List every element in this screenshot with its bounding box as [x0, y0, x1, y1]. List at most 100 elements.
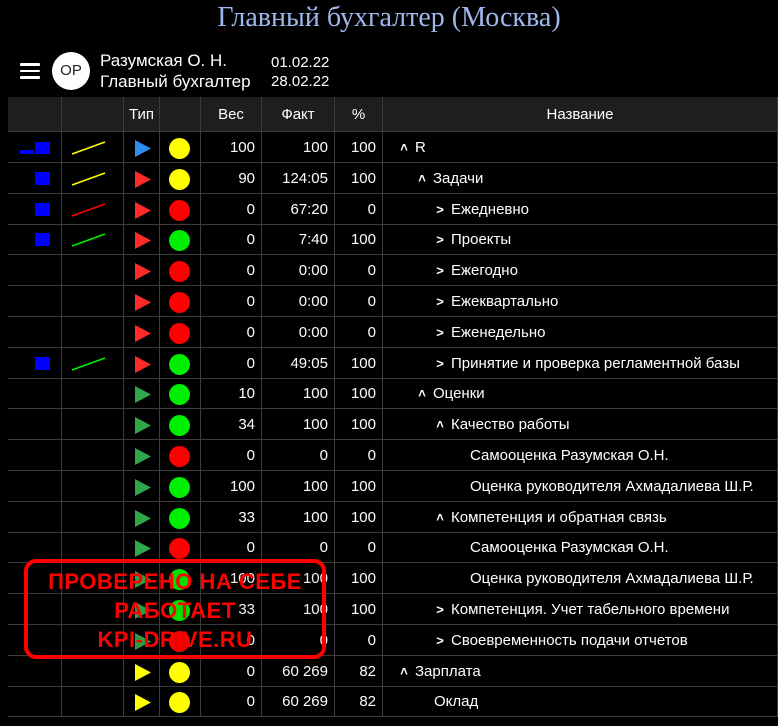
table-row[interactable]: 0 0 0 Самооценка Разумская О.Н. [8, 440, 778, 471]
type-triangle-icon[interactable] [134, 355, 152, 374]
chevron-up-icon[interactable]: ˄ [397, 656, 411, 686]
percent-cell: 100 [335, 409, 383, 441]
chevron-up-icon[interactable]: ˄ [433, 502, 447, 532]
chevron-right-icon[interactable]: ˃ [433, 625, 447, 655]
table-row[interactable]: 100 100 100 ˄ R [8, 132, 778, 163]
type-triangle-icon[interactable] [134, 693, 152, 712]
chevron-right-icon[interactable]: ˃ [433, 224, 447, 254]
type-triangle-icon[interactable] [134, 324, 152, 343]
type-triangle-icon[interactable] [134, 447, 152, 466]
type-triangle-icon[interactable] [134, 293, 152, 312]
item-name-label[interactable]: Качество работы [451, 416, 570, 433]
period-start-date[interactable]: 01.02.22 [271, 54, 329, 72]
item-name-label[interactable]: Оценки [433, 385, 485, 402]
chevron-right-icon[interactable]: ˃ [433, 594, 447, 624]
table-row[interactable]: 0 49:05 100 ˃ Принятие и проверка регламентн… [8, 347, 778, 379]
table-row[interactable]: 0 60 269 82 ˄ Зарплата [8, 655, 778, 687]
table-row[interactable]: 10 100 100 ˄ Оценки [8, 378, 778, 410]
trend-cell [62, 470, 124, 502]
type-triangle-icon[interactable] [134, 663, 152, 682]
chevron-up-icon[interactable]: ˄ [397, 132, 411, 162]
col-header-trend[interactable] [62, 97, 124, 132]
progress-bars-cell [8, 470, 62, 502]
weight-cell: 34 [201, 409, 262, 441]
table-row[interactable]: 0 7:40 100 ˃ Проекты [8, 224, 778, 256]
percent-cell: 0 [335, 316, 383, 348]
trend-cell [62, 655, 124, 687]
name-cell: ˃ Проекты [383, 224, 778, 256]
type-triangle-icon[interactable] [134, 139, 152, 158]
col-header-status[interactable] [160, 97, 201, 132]
col-header-bars[interactable] [8, 97, 62, 132]
chevron-up-icon[interactable]: ˄ [433, 409, 447, 439]
table-row[interactable]: 100 100 100 Оценка руководителя Ахмадалиева… [8, 470, 778, 502]
table-row[interactable]: 0 0:00 0 ˃ Ежегодно [8, 255, 778, 287]
type-triangle-icon[interactable] [134, 539, 152, 558]
type-triangle-icon[interactable] [134, 201, 152, 220]
status-dot-icon [169, 199, 190, 221]
col-header-weight[interactable]: Вес [201, 97, 262, 132]
type-triangle-icon[interactable] [134, 385, 152, 404]
item-name-label[interactable]: Проекты [451, 231, 511, 248]
item-name-label[interactable]: Оценка руководителя Ахмадалиева Ш.Р. [470, 570, 754, 587]
chevron-up-icon[interactable]: ˄ [415, 163, 429, 193]
progress-bars-cell [8, 440, 62, 471]
fact-cell: 67:20 [262, 193, 335, 225]
table-row[interactable]: 90 124:05 100 ˄ Задачи [8, 162, 778, 194]
type-triangle-icon[interactable] [134, 170, 152, 189]
col-header-type[interactable]: Тип [124, 97, 160, 132]
item-name-label[interactable]: Задачи [433, 170, 483, 187]
item-name-label[interactable]: Компетенция и обратная связь [451, 509, 667, 526]
type-triangle-icon[interactable] [134, 262, 152, 281]
chevron-up-icon[interactable]: ˄ [415, 378, 429, 408]
percent-cell: 100 [335, 162, 383, 194]
chevron-right-icon[interactable]: ˃ [433, 194, 447, 224]
item-name-label[interactable]: Самооценка Разумская О.Н. [470, 539, 669, 556]
name-cell: ˃ Ежегодно [383, 255, 778, 287]
type-triangle-icon[interactable] [134, 231, 152, 250]
item-name-label[interactable]: Самооценка Разумская О.Н. [470, 447, 669, 464]
type-triangle-icon[interactable] [134, 478, 152, 497]
chevron-right-icon[interactable]: ˃ [433, 255, 447, 285]
chevron-right-icon[interactable]: ˃ [433, 286, 447, 316]
table-row[interactable]: 0 0:00 0 ˃ Ежеквартально [8, 286, 778, 317]
status-cell [160, 347, 201, 379]
item-name-label[interactable]: Принятие и проверка регламентной базы [451, 355, 740, 372]
item-name-label[interactable]: Ежеквартально [451, 293, 558, 310]
type-cell [124, 255, 160, 287]
progress-bars-cell [8, 501, 62, 533]
table-row[interactable]: 34 100 100 ˄ Качество работы [8, 409, 778, 441]
item-name-label[interactable]: R [415, 139, 426, 156]
item-name-label[interactable]: Зарплата [415, 663, 481, 680]
item-name-label[interactable]: Своевременность подачи отчетов [451, 632, 688, 649]
table-row[interactable]: 0 60 269 82 Оклад [8, 686, 778, 718]
table-row[interactable]: 0 67:20 0 ˃ Ежедневно [8, 193, 778, 225]
item-name-label[interactable]: Оценка руководителя Ахмадалиева Ш.Р. [470, 478, 754, 495]
item-name-label[interactable]: Ежегодно [451, 262, 518, 279]
chevron-right-icon[interactable]: ˃ [433, 317, 447, 347]
table-row[interactable]: 0 0:00 0 ˃ Еженедельно [8, 316, 778, 348]
type-triangle-icon[interactable] [134, 416, 152, 435]
col-header-percent[interactable]: % [335, 97, 383, 132]
name-cell: Оценка руководителя Ахмадалиева Ш.Р. [383, 563, 778, 595]
trend-cell [62, 162, 124, 194]
percent-cell: 0 [335, 532, 383, 564]
chevron-right-icon[interactable]: ˃ [433, 348, 447, 378]
table-row[interactable]: 33 100 100 ˄ Компетенция и обратная связь [8, 501, 778, 533]
period-end-date[interactable]: 28.02.22 [271, 73, 329, 91]
col-header-name[interactable]: Название [383, 97, 778, 132]
status-dot-icon [169, 261, 190, 283]
item-name-label[interactable]: Компетенция. Учет табельного времени [451, 601, 729, 618]
item-name-label[interactable]: Ежедневно [451, 201, 529, 218]
trend-line-icon [71, 172, 106, 186]
avatar[interactable]: ОР [52, 52, 90, 90]
progress-bars-icon [8, 194, 61, 224]
progress-bars-cell [8, 686, 62, 718]
name-cell: ˃ Своевременность подачи отчетов [383, 624, 778, 656]
item-name-label[interactable]: Еженедельно [451, 324, 545, 341]
col-header-fact[interactable]: Факт [262, 97, 335, 132]
type-triangle-icon[interactable] [134, 509, 152, 528]
percent-cell: 100 [335, 501, 383, 533]
item-name-label[interactable]: Оклад [434, 693, 478, 710]
hamburger-menu-icon[interactable] [20, 63, 40, 79]
